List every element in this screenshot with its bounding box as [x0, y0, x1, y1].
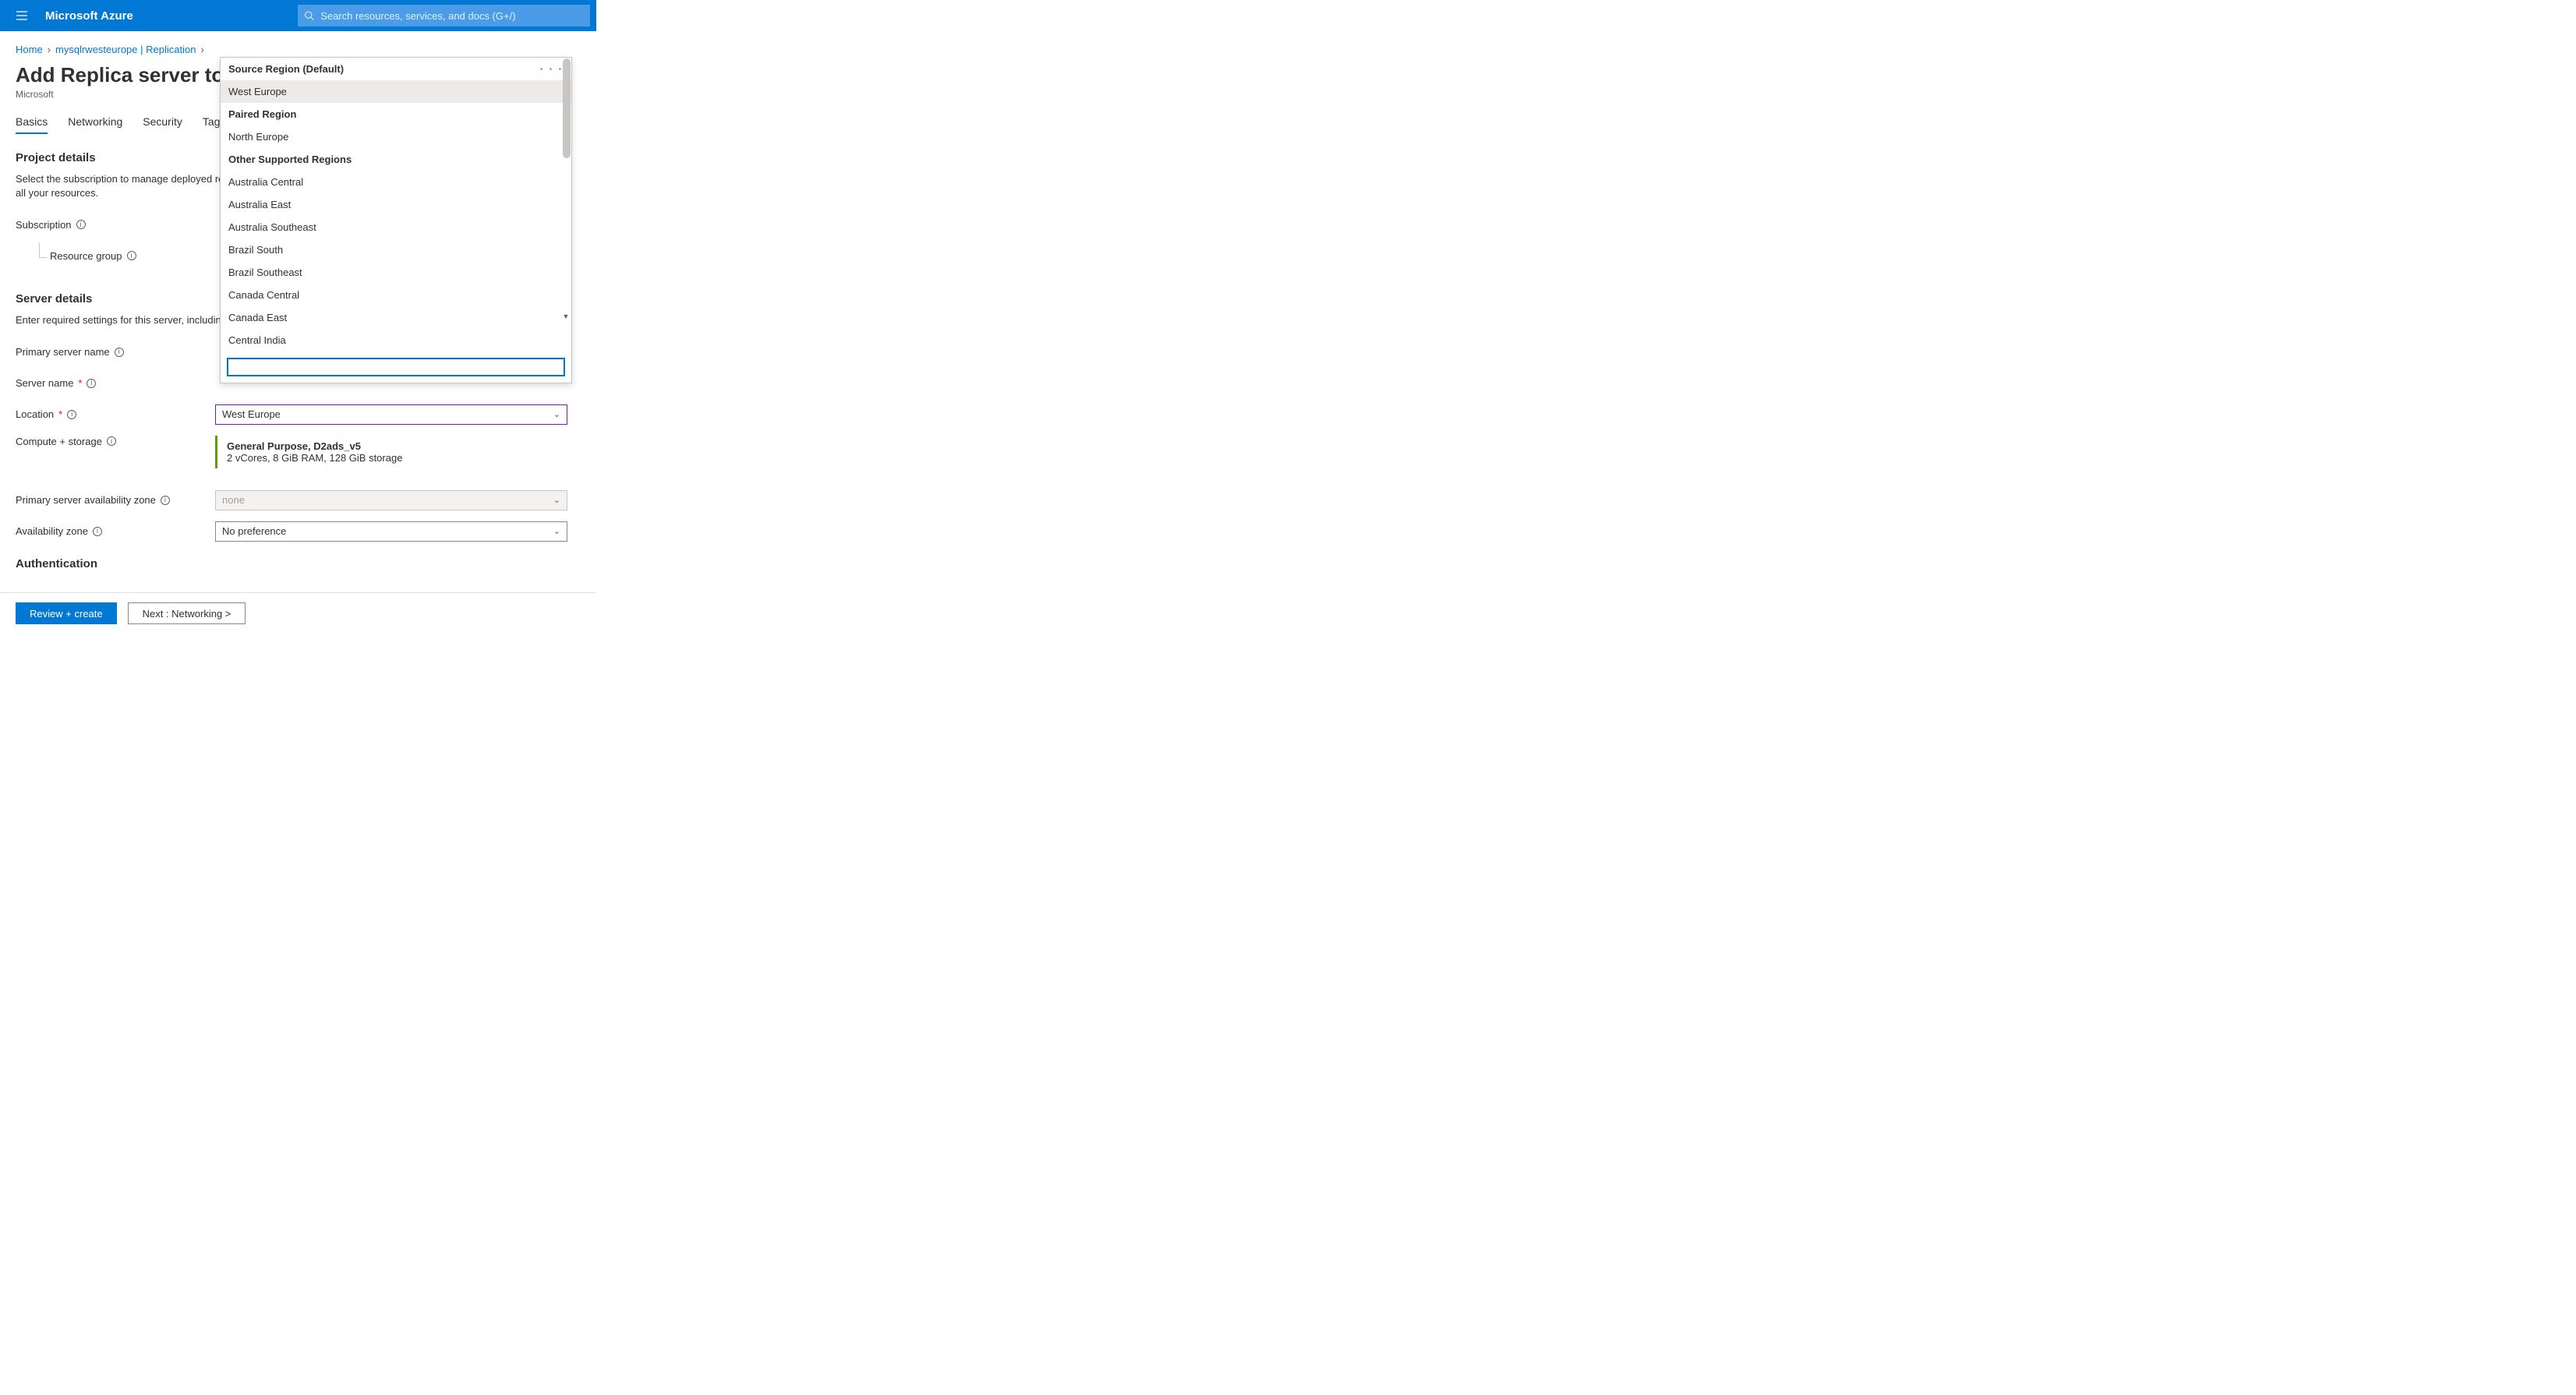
- location-dropdown-list[interactable]: ▲ Source Region (Default) · · · West Eur…: [221, 58, 571, 351]
- breadcrumb-home[interactable]: Home: [16, 44, 43, 55]
- primary-az-label: Primary server availability zone i: [16, 494, 215, 506]
- top-navigation-bar: Microsoft Azure: [0, 0, 596, 31]
- availability-zone-value: No preference: [222, 525, 286, 537]
- info-icon[interactable]: i: [76, 220, 86, 229]
- region-option[interactable]: Canada East: [221, 306, 571, 329]
- info-icon[interactable]: i: [93, 527, 102, 536]
- region-option-west-europe[interactable]: West Europe: [221, 80, 571, 103]
- tab-security[interactable]: Security: [143, 115, 182, 134]
- chevron-right-icon: ›: [48, 44, 51, 55]
- review-create-button[interactable]: Review + create: [16, 602, 117, 624]
- global-search-input[interactable]: [320, 10, 584, 22]
- chevron-down-icon: ⌄: [553, 409, 560, 419]
- info-icon[interactable]: i: [115, 348, 124, 357]
- info-icon[interactable]: i: [67, 410, 76, 419]
- region-filter-input[interactable]: [227, 358, 565, 376]
- info-icon[interactable]: i: [161, 496, 170, 505]
- wizard-footer: Review + create Next : Networking >: [0, 592, 596, 634]
- tab-networking[interactable]: Networking: [68, 115, 122, 134]
- region-filter-row: [221, 351, 571, 383]
- page-content: Home › mysqlrwesteurope | Replication › …: [0, 31, 596, 653]
- subscription-label: Subscription i: [16, 219, 215, 231]
- region-option[interactable]: Canada Central: [221, 284, 571, 306]
- region-group-paired: Paired Region: [221, 103, 571, 125]
- location-select[interactable]: West Europe ⌄: [215, 404, 567, 425]
- authentication-heading: Authentication: [16, 557, 581, 570]
- compute-sku-title: General Purpose, D2ads_v5: [227, 440, 558, 452]
- region-option[interactable]: Brazil Southeast: [221, 261, 571, 284]
- resource-group-label: Resource group i: [16, 250, 215, 262]
- availability-zone-label: Availability zone i: [16, 525, 215, 537]
- region-option[interactable]: Australia East: [221, 193, 571, 216]
- primary-az-value: none: [222, 494, 245, 506]
- tab-basics[interactable]: Basics: [16, 115, 48, 134]
- info-icon[interactable]: i: [87, 379, 96, 388]
- location-dropdown-panel: ▲ Source Region (Default) · · · West Eur…: [220, 57, 572, 383]
- server-name-label: Server name * i: [16, 377, 215, 389]
- next-networking-button[interactable]: Next : Networking >: [128, 602, 246, 624]
- ellipsis-icon[interactable]: · · ·: [540, 63, 564, 75]
- region-option[interactable]: Australia Southeast: [221, 216, 571, 238]
- chevron-right-icon: ›: [200, 44, 203, 55]
- info-icon[interactable]: i: [107, 436, 116, 446]
- primary-az-select: none ⌄: [215, 490, 567, 510]
- region-option[interactable]: Australia Central: [221, 171, 571, 193]
- chevron-down-icon: ⌄: [553, 495, 560, 505]
- region-group-source: Source Region (Default) · · ·: [221, 58, 571, 80]
- scroll-down-arrow-icon[interactable]: ▼: [562, 313, 570, 320]
- required-asterisk: *: [78, 377, 82, 389]
- hamburger-icon: [16, 9, 28, 22]
- brand-label: Microsoft Azure: [45, 9, 133, 23]
- region-option-north-europe[interactable]: North Europe: [221, 125, 571, 148]
- search-icon: [304, 10, 314, 21]
- breadcrumb-resource[interactable]: mysqlrwesteurope | Replication: [55, 44, 196, 55]
- scrollbar-thumb[interactable]: [563, 58, 571, 158]
- location-selected-value: West Europe: [222, 408, 281, 420]
- tree-connector-icon: [39, 242, 47, 258]
- region-group-other: Other Supported Regions: [221, 148, 571, 171]
- compute-storage-card: General Purpose, D2ads_v5 2 vCores, 8 Gi…: [215, 436, 567, 468]
- region-option[interactable]: Brazil South: [221, 238, 571, 261]
- global-search[interactable]: [298, 5, 590, 26]
- location-label: Location * i: [16, 408, 215, 420]
- info-icon[interactable]: i: [127, 251, 136, 260]
- primary-server-name-label: Primary server name i: [16, 346, 215, 358]
- hamburger-menu-button[interactable]: [6, 0, 37, 31]
- compute-sku-desc: 2 vCores, 8 GiB RAM, 128 GiB storage: [227, 452, 558, 464]
- availability-zone-select[interactable]: No preference ⌄: [215, 521, 567, 542]
- required-asterisk: *: [58, 408, 62, 420]
- chevron-down-icon: ⌄: [553, 526, 560, 536]
- compute-storage-label: Compute + storage i: [16, 436, 215, 447]
- region-option[interactable]: Central India: [221, 329, 571, 351]
